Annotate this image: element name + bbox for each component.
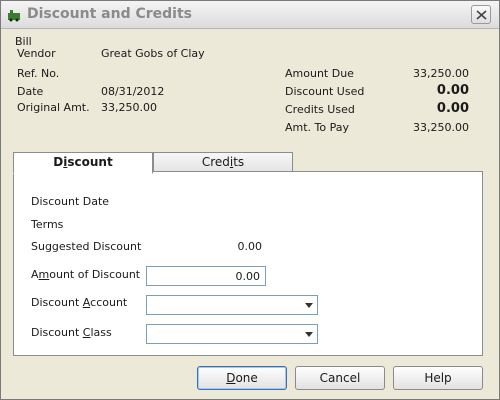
close-icon <box>476 10 487 20</box>
cancel-button[interactable]: Cancel <box>295 366 385 390</box>
chevron-down-icon <box>305 332 313 337</box>
amount-due-value: 33,250.00 <box>413 67 469 80</box>
title-bar[interactable]: Discount and Credits <box>1 1 499 29</box>
discount-account-label: Discount Account <box>31 296 127 309</box>
vendor-value: Great Gobs of Clay <box>101 47 205 60</box>
done-button[interactable]: Done <box>197 366 287 390</box>
discount-class-dropdown[interactable] <box>146 324 318 344</box>
date-value: 08/31/2012 <box>101 85 165 98</box>
chevron-down-icon <box>305 303 313 308</box>
amount-due-label: Amount Due <box>285 67 354 80</box>
help-button-label: Help <box>424 371 452 385</box>
close-button[interactable] <box>471 5 491 24</box>
discount-tab-panel: Discount Date Terms Suggested Discount 0… <box>13 171 483 356</box>
window-title: Discount and Credits <box>27 6 192 22</box>
tab-credits-label-pre: Cred <box>201 155 230 169</box>
amount-of-discount-value: 0.00 <box>235 270 261 283</box>
discount-used-label: Discount Used <box>285 85 365 98</box>
original-amt-value: 33,250.00 <box>101 101 157 114</box>
quickbooks-app-icon <box>8 10 20 22</box>
tab-discount-label-post: scount <box>67 155 113 169</box>
amount-of-discount-label-post: ount of Discount <box>49 268 141 281</box>
amount-of-discount-input[interactable]: 0.00 <box>146 266 266 286</box>
discount-date-label: Discount Date <box>31 195 110 208</box>
amount-of-discount-label: Amount of Discount <box>31 268 140 281</box>
tab-discount[interactable]: Discount <box>13 152 153 174</box>
ref-no-label: Ref. No. <box>17 67 60 80</box>
discount-class-label-pre: Discount <box>31 326 83 339</box>
credits-used-label: Credits Used <box>285 103 355 116</box>
cancel-button-label: Cancel <box>319 371 361 385</box>
original-amt-label: Original Amt. <box>17 101 90 114</box>
bill-group: Bill Vendor Great Gobs of Clay Ref. No. … <box>9 35 487 141</box>
amt-to-pay-value: 33,250.00 <box>413 121 469 134</box>
discount-account-label-pre: Discount <box>31 296 83 309</box>
suggested-discount-label: Suggested Discount <box>31 240 142 253</box>
amt-to-pay-label: Amt. To Pay <box>285 121 350 134</box>
discount-account-label-post: ccount <box>90 296 128 309</box>
suggested-discount-value: 0.00 <box>237 240 263 253</box>
tab-credits[interactable]: Credits <box>153 152 293 173</box>
discount-used-value: 0.00 <box>436 83 469 98</box>
tab-discount-label-pre: D <box>53 155 64 169</box>
discount-and-credits-window: Discount and Credits Bill Vendor Great G… <box>0 0 500 400</box>
amount-of-discount-label-mnemonic: m <box>38 268 50 281</box>
date-label: Date <box>17 85 44 98</box>
discount-account-dropdown[interactable] <box>146 295 318 315</box>
done-button-label: one <box>235 371 258 385</box>
discount-class-label-post: lass <box>90 326 112 339</box>
terms-label: Terms <box>31 218 64 231</box>
vendor-label: Vendor <box>17 47 56 60</box>
credits-used-value: 0.00 <box>436 101 469 116</box>
help-button[interactable]: Help <box>393 366 483 390</box>
amount-of-discount-label-pre: A <box>31 268 39 281</box>
discount-class-label: Discount Class <box>31 326 112 339</box>
tab-credits-label-post: ts <box>233 155 245 169</box>
